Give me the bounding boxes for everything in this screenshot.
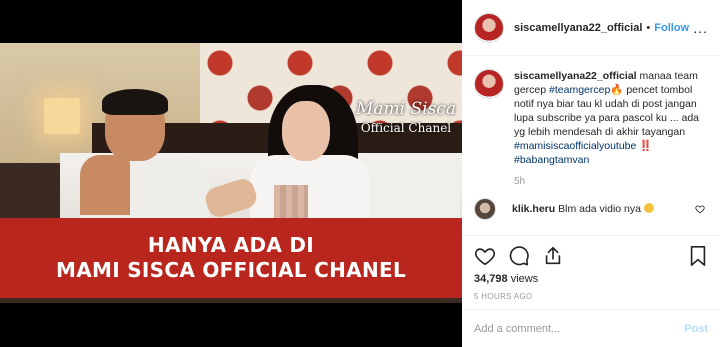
more-options-icon[interactable]: ... [693, 20, 708, 36]
comment-username[interactable]: klik.heru [512, 203, 555, 215]
caption-username[interactable]: siscamellyana22_official [514, 70, 637, 82]
scene-man-hair [102, 89, 168, 115]
watermark-line1: Mami Sisca [356, 99, 456, 119]
like-icon[interactable] [474, 245, 496, 267]
caption-avatar[interactable] [474, 69, 504, 99]
banner-line1: HANYA ADA DI [147, 233, 315, 257]
views-count[interactable]: 34,798 views [474, 273, 708, 285]
scene-lamp [44, 98, 80, 134]
scene-pillow [360, 153, 460, 223]
commenter-avatar[interactable] [474, 198, 496, 220]
caption-text: siscamellyana22_official manaa team gerc… [514, 69, 708, 189]
post-side-panel: siscamellyana22_official • Follow ... si… [462, 0, 720, 347]
header-username[interactable]: siscamellyana22_official [514, 22, 642, 34]
watermark-line2: Official Chanel [360, 121, 452, 135]
caption-row: siscamellyana22_official manaa team gerc… [474, 69, 708, 189]
action-icons [474, 242, 708, 270]
share-icon[interactable] [542, 245, 564, 267]
post-header: siscamellyana22_official • Follow ... [462, 0, 720, 56]
bookmark-icon[interactable] [688, 245, 708, 267]
comment-icon[interactable] [508, 245, 530, 267]
caption-time[interactable]: 5h [514, 175, 708, 189]
scene-man-shoulder [80, 155, 130, 215]
scene-woman-face [282, 101, 330, 161]
add-comment-bar: Post [462, 309, 720, 347]
like-comment-icon[interactable] [695, 204, 705, 214]
post-actions: 34,798 views 5 HOURS AGO [462, 235, 720, 301]
hashtag-link[interactable]: #mamisiscaofficialyoutube [514, 140, 636, 152]
comment-text: klik.heru Blm ada vidio nya [512, 203, 695, 215]
video-watermark: Mami Sisca Official Chanel [356, 99, 456, 135]
banner-line2: MAMI SISCA OFFICIAL CHANEL [56, 258, 406, 282]
comment-row: klik.heru Blm ada vidio nya [474, 198, 708, 220]
video-player[interactable]: Mami Sisca Official Chanel HANYA ADA DI … [0, 0, 462, 347]
hashtag-link[interactable]: #teamgercep [549, 84, 610, 96]
posted-time[interactable]: 5 HOURS AGO [474, 292, 708, 301]
double-exclamation-icon: ‼️ [639, 140, 653, 152]
follow-button[interactable]: Follow [654, 22, 689, 34]
avatar[interactable] [474, 12, 504, 43]
post-button[interactable]: Post [684, 323, 708, 335]
fire-icon: 🔥 [610, 84, 624, 96]
video-banner: HANYA ADA DI MAMI SISCA OFFICIAL CHANEL [0, 218, 462, 298]
views-label: views [510, 273, 539, 285]
views-number: 34,798 [474, 273, 508, 285]
comment-body: Blm ada vidio nya [558, 203, 641, 215]
laughing-emoji-icon [643, 203, 654, 213]
comment-input[interactable] [474, 322, 685, 335]
hashtag-link[interactable]: #babangtamvan [514, 154, 589, 166]
comments-section[interactable]: siscamellyana22_official manaa team gerc… [462, 57, 720, 235]
video-frame[interactable]: Mami Sisca Official Chanel HANYA ADA DI … [0, 43, 462, 303]
separator-dot: • [646, 21, 651, 34]
